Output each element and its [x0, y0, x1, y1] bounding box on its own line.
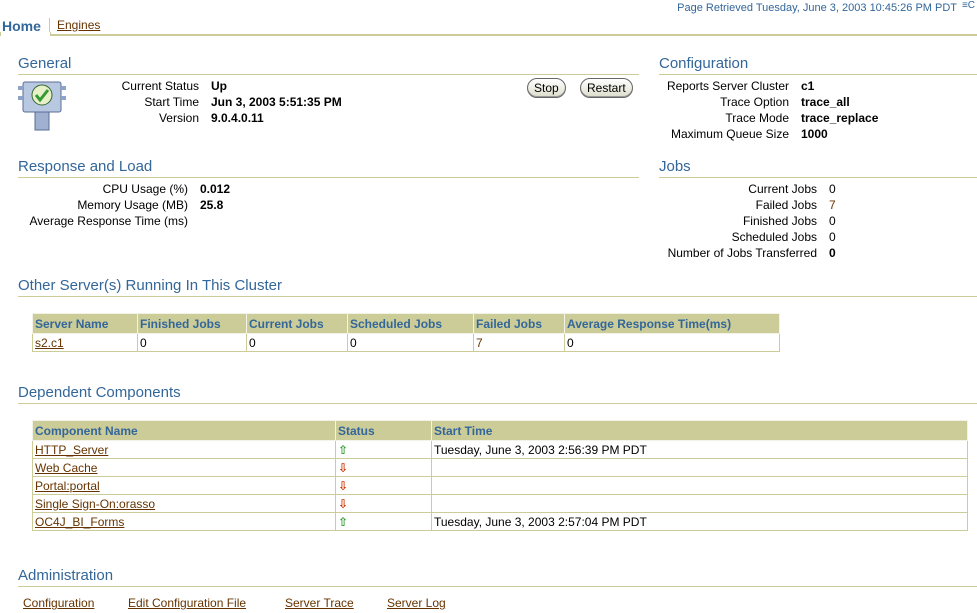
version-value: 9.0.4.0.11 — [211, 111, 264, 125]
component-start-time — [431, 476, 968, 495]
max-queue-value: 1000 — [801, 127, 828, 141]
other-servers-table: Server Name Finished Jobs Current Jobs S… — [32, 313, 780, 352]
table-row: OC4J_BI_Forms ⇧ Tuesday, June 3, 2003 2:… — [32, 512, 968, 531]
failed-jobs-label: Failed Jobs — [755, 198, 817, 212]
server-trace-link[interactable]: Server Trace — [285, 596, 354, 610]
status-up-icon — [18, 80, 66, 134]
help-icon[interactable]: ≡C — [962, 0, 975, 11]
component-link-http-server[interactable]: HTTP_Server — [35, 443, 108, 457]
finished-jobs-value: 0 — [829, 214, 836, 228]
server-name-link[interactable]: s2.c1 — [35, 336, 64, 350]
cluster-value: c1 — [801, 79, 815, 93]
jobs-transferred-label: Number of Jobs Transferred — [667, 246, 817, 260]
start-time-label: Start Time — [144, 95, 199, 109]
tab-bar-divider — [0, 34, 977, 36]
status-down-arrow-icon: ⇩ — [338, 478, 349, 493]
table-header-row: Component Name Status Start Time — [32, 420, 968, 441]
tab-home[interactable]: Home — [2, 18, 41, 34]
restart-button[interactable]: Restart — [580, 78, 633, 98]
status-down-arrow-icon: ⇩ — [338, 460, 349, 475]
component-start-time: Tuesday, June 3, 2003 2:57:04 PM PDT — [431, 512, 968, 531]
current-status-value: Up — [211, 79, 227, 93]
table-row: Portal:portal ⇩ — [32, 476, 968, 495]
table-row: s2.c1 0 0 0 7 0 — [32, 333, 780, 352]
status-up-arrow-icon: ⇧ — [338, 442, 349, 457]
section-title-general: General — [18, 55, 72, 72]
current-jobs-label: Current Jobs — [748, 182, 817, 196]
component-link-oc4j-bi-forms[interactable]: OC4J_BI_Forms — [35, 515, 124, 529]
tab-bar: Home Engines — [0, 14, 977, 36]
page-retrieved-timestamp: Page Retrieved Tuesday, June 3, 2003 10:… — [677, 2, 957, 14]
section-title-other-servers: Other Server(s) Running In This Cluster — [18, 277, 282, 294]
table-cell: 7 — [473, 333, 565, 352]
failed-jobs-count-link[interactable]: 7 — [476, 336, 483, 350]
table-row: Web Cache ⇩ — [32, 458, 968, 477]
trace-option-value: trace_all — [801, 95, 850, 109]
trace-mode-value: trace_replace — [801, 111, 879, 125]
column-header[interactable]: Finished Jobs — [137, 313, 247, 334]
memory-usage-label: Memory Usage (MB) — [77, 198, 188, 212]
table-cell: 0 — [564, 333, 780, 352]
current-status-label: Current Status — [121, 79, 199, 93]
scheduled-jobs-value: 0 — [829, 230, 836, 244]
administration-links: Configuration Edit Configuration File Se… — [0, 596, 977, 612]
trace-mode-label: Trace Mode — [725, 111, 789, 125]
column-header[interactable]: Start Time — [431, 420, 968, 441]
component-start-time — [431, 458, 968, 477]
component-start-time: Tuesday, June 3, 2003 2:56:39 PM PDT — [431, 440, 968, 459]
max-queue-label: Maximum Queue Size — [670, 127, 789, 141]
scheduled-jobs-label: Scheduled Jobs — [731, 230, 817, 244]
component-link-single-sign-on[interactable]: Single Sign-On:orasso — [35, 497, 155, 511]
column-header[interactable]: Scheduled Jobs — [347, 313, 474, 334]
table-cell: 0 — [246, 333, 348, 352]
current-jobs-value: 0 — [829, 182, 836, 196]
column-header[interactable]: Component Name — [32, 420, 336, 441]
section-title-administration: Administration — [18, 567, 114, 584]
table-header-row: Server Name Finished Jobs Current Jobs S… — [32, 313, 780, 334]
column-header[interactable]: Status — [335, 420, 432, 441]
table-row: HTTP_Server ⇧ Tuesday, June 3, 2003 2:56… — [32, 440, 968, 459]
jobs-transferred-value: 0 — [829, 246, 836, 260]
trace-option-label: Trace Option — [720, 95, 789, 109]
stop-button[interactable]: Stop — [527, 78, 566, 98]
section-title-response-load: Response and Load — [18, 158, 153, 175]
column-header[interactable]: Failed Jobs — [473, 313, 565, 334]
section-title-configuration: Configuration — [659, 55, 749, 72]
version-label: Version — [158, 111, 199, 125]
section-title-dependent-components: Dependent Components — [18, 384, 181, 401]
table-row: Single Sign-On:orasso ⇩ — [32, 494, 968, 513]
cluster-label: Reports Server Cluster — [666, 79, 789, 93]
column-header[interactable]: Server Name — [32, 313, 138, 334]
avg-response-label: Average Response Time (ms) — [29, 214, 188, 228]
finished-jobs-label: Finished Jobs — [742, 214, 817, 228]
edit-configuration-file-link[interactable]: Edit Configuration File — [128, 596, 246, 610]
memory-usage-value: 25.8 — [200, 198, 224, 212]
configuration-link[interactable]: Configuration — [23, 596, 94, 610]
cpu-usage-value: 0.012 — [200, 182, 231, 196]
table-cell: s2.c1 — [32, 333, 138, 352]
component-link-web-cache[interactable]: Web Cache — [35, 461, 97, 475]
failed-jobs-link[interactable]: 7 — [829, 198, 836, 212]
column-header[interactable]: Average Response Time(ms) — [564, 313, 780, 334]
table-cell: 0 — [137, 333, 247, 352]
start-time-value: Jun 3, 2003 5:51:35 PM — [211, 95, 342, 109]
column-header[interactable]: Current Jobs — [246, 313, 348, 334]
section-title-jobs: Jobs — [659, 158, 691, 175]
component-link-portal[interactable]: Portal:portal — [35, 479, 100, 493]
server-log-link[interactable]: Server Log — [387, 596, 446, 610]
cpu-usage-label: CPU Usage (%) — [102, 182, 188, 196]
component-start-time — [431, 494, 968, 513]
table-cell: 0 — [347, 333, 474, 352]
status-down-arrow-icon: ⇩ — [338, 496, 349, 511]
status-up-arrow-icon: ⇧ — [338, 514, 349, 529]
tab-engines[interactable]: Engines — [57, 18, 100, 32]
dependent-components-table: Component Name Status Start Time HTTP_Se… — [32, 420, 968, 531]
